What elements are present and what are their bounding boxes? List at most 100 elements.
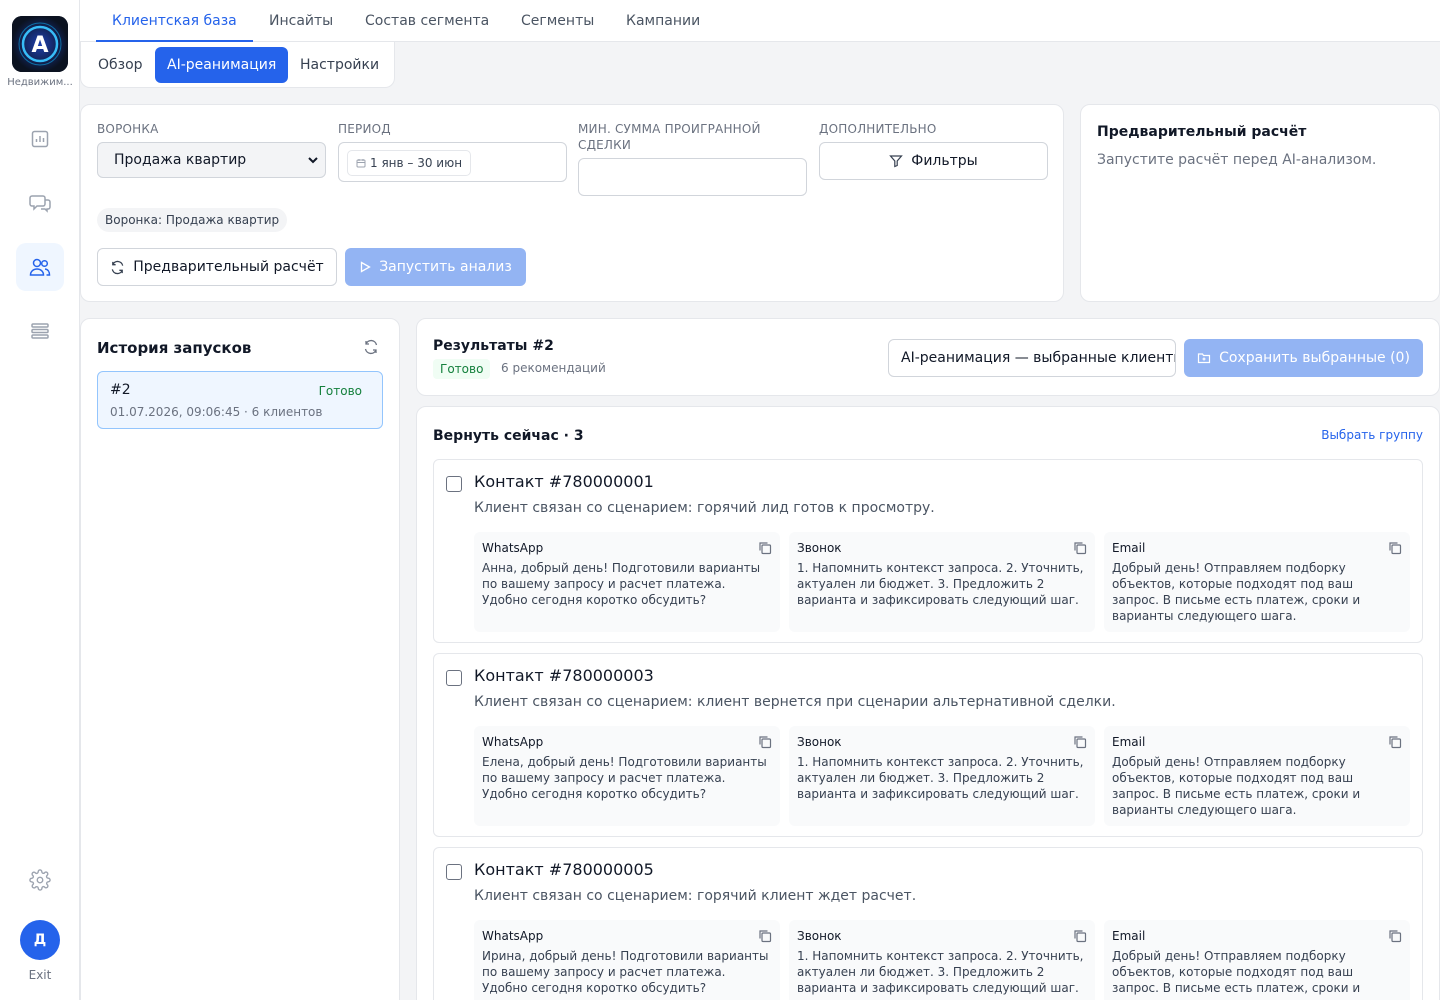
copy-icon[interactable] bbox=[1073, 734, 1087, 753]
channel-whatsapp: WhatsApp Ирина, добрый день! Подготовили… bbox=[474, 920, 780, 1000]
group-card: Вернуть сейчас · 3 Выбрать группу Контак… bbox=[416, 406, 1440, 1000]
run-analysis-button[interactable]: Запустить анализ bbox=[345, 248, 526, 286]
folder-plus-icon bbox=[1197, 353, 1211, 364]
channel-name: WhatsApp bbox=[482, 541, 544, 555]
funnel-chip: Воронка: Продажа квартир bbox=[97, 208, 288, 232]
logo-caption: Недвижим... bbox=[7, 77, 73, 88]
tab-insights[interactable]: Инсайты bbox=[253, 0, 349, 42]
copy-icon[interactable] bbox=[1388, 540, 1402, 559]
filters-button[interactable]: Фильтры bbox=[819, 142, 1048, 180]
chevron-down-icon bbox=[307, 143, 319, 190]
subtab-ai-reanimation[interactable]: AI-реанимация bbox=[155, 47, 289, 83]
history-title: История запусков bbox=[97, 339, 252, 357]
play-icon bbox=[361, 261, 372, 273]
channel-name: Звонок bbox=[797, 929, 842, 943]
top-navigation: Клиентская база Инсайты Состав сегмента … bbox=[80, 0, 1440, 42]
channel-call: Звонок 1. Напомнить контекст запроса. 2.… bbox=[789, 532, 1095, 632]
results-header-card: Результаты #2 Готово 6 рекомендаций AI-р… bbox=[416, 318, 1440, 396]
funnel-select-value: Продажа квартир bbox=[114, 152, 247, 168]
period-chip[interactable]: 1 янв – 30 июн bbox=[347, 150, 472, 176]
copy-icon[interactable] bbox=[1388, 928, 1402, 947]
channel-call: Звонок 1. Напомнить контекст запроса. 2.… bbox=[789, 726, 1095, 826]
channel-text: Добрый день! Отправляем подборку объекто… bbox=[1112, 949, 1361, 1000]
tab-client-base[interactable]: Клиентская база bbox=[96, 0, 253, 42]
channel-call: Звонок 1. Напомнить контекст запроса. 2.… bbox=[789, 920, 1095, 1000]
nav-list[interactable] bbox=[16, 307, 64, 355]
channel-text: Ирина, добрый день! Подготовили варианты… bbox=[482, 949, 769, 995]
nav-analytics[interactable] bbox=[16, 115, 64, 163]
contact-card: Контакт #780000001 Клиент связан со сцен… bbox=[433, 459, 1423, 643]
period-label: ПЕРИОД bbox=[338, 122, 391, 136]
precalc-button-label: Предварительный расчёт bbox=[133, 259, 324, 275]
contact-title: Контакт #780000005 bbox=[474, 860, 654, 879]
gear-icon bbox=[29, 869, 51, 891]
funnel-select[interactable]: Продажа квартир bbox=[97, 142, 326, 178]
save-selected-label: Сохранить выбранные (0) bbox=[1219, 350, 1410, 366]
precalc-text: Запустите расчёт перед AI-анализом. bbox=[1097, 152, 1377, 168]
channel-name: Email bbox=[1112, 541, 1146, 555]
subtab-overview[interactable]: Обзор bbox=[86, 47, 155, 83]
subtab-settings[interactable]: Настройки bbox=[288, 47, 391, 83]
copy-icon[interactable] bbox=[758, 734, 772, 753]
min-sum-label-line1: МИН. СУММА ПРОИГРАННОЙ bbox=[578, 122, 761, 136]
users-icon bbox=[29, 258, 51, 276]
group-title: Вернуть сейчас · 3 bbox=[433, 428, 584, 444]
refresh-icon bbox=[111, 260, 124, 274]
channel-whatsapp: WhatsApp Анна, добрый день! Подготовили … bbox=[474, 532, 780, 632]
segment-name-input[interactable]: AI-реанимация — выбранные клиенты bbox=[888, 339, 1176, 377]
nav-clients[interactable] bbox=[16, 243, 64, 291]
history-refresh-button[interactable] bbox=[363, 339, 379, 359]
user-avatar[interactable]: Д bbox=[20, 920, 60, 960]
contact-checkbox[interactable] bbox=[446, 864, 462, 880]
list-icon bbox=[31, 323, 49, 339]
contact-title: Контакт #780000001 bbox=[474, 472, 654, 491]
nav-chats[interactable] bbox=[16, 179, 64, 227]
select-group-link[interactable]: Выбрать группу bbox=[1321, 428, 1423, 442]
min-sum-label-line2: СДЕЛКИ bbox=[578, 138, 632, 152]
channel-name: Email bbox=[1112, 929, 1146, 943]
nav-settings[interactable] bbox=[16, 856, 64, 904]
min-sum-input[interactable] bbox=[578, 158, 807, 196]
contact-description: Клиент связан со сценарием: горячий клие… bbox=[474, 888, 917, 904]
run-analysis-label: Запустить анализ bbox=[379, 259, 512, 275]
tab-segments[interactable]: Сегменты bbox=[505, 0, 610, 42]
calendar-icon bbox=[356, 159, 366, 168]
copy-icon[interactable] bbox=[1073, 540, 1087, 559]
channel-name: Email bbox=[1112, 735, 1146, 749]
results-title: Результаты #2 bbox=[433, 338, 554, 354]
contact-checkbox[interactable] bbox=[446, 670, 462, 686]
channel-whatsapp: WhatsApp Елена, добрый день! Подготовили… bbox=[474, 726, 780, 826]
channel-name: WhatsApp bbox=[482, 929, 544, 943]
channel-name: Звонок bbox=[797, 735, 842, 749]
period-field[interactable]: 1 янв – 30 июн bbox=[338, 142, 567, 182]
copy-icon[interactable] bbox=[758, 540, 772, 559]
filters-button-label: Фильтры bbox=[911, 153, 978, 169]
copy-icon[interactable] bbox=[1073, 928, 1087, 947]
history-item[interactable]: #2 Готово 01.07.2026, 09:06:45 · 6 клиен… bbox=[97, 371, 383, 429]
svg-text:A: A bbox=[31, 33, 48, 58]
funnel-label: ВОРОНКА bbox=[97, 122, 159, 136]
precalc-button[interactable]: Предварительный расчёт bbox=[97, 248, 337, 286]
channel-text: Добрый день! Отправляем подборку объекто… bbox=[1112, 561, 1361, 623]
channel-text: 1. Напомнить контекст запроса. 2. Уточни… bbox=[797, 949, 1084, 995]
refresh-icon bbox=[364, 339, 378, 355]
contact-checkbox[interactable] bbox=[446, 476, 462, 492]
contact-description: Клиент связан со сценарием: клиент верне… bbox=[474, 694, 1116, 710]
copy-icon[interactable] bbox=[758, 928, 772, 947]
history-item-id: #2 bbox=[110, 382, 131, 398]
channel-name: Звонок bbox=[797, 541, 842, 555]
exit-link[interactable]: Exit bbox=[0, 968, 80, 982]
filter-icon bbox=[889, 155, 904, 168]
history-card: История запусков #2 Готово 01.07.2026, 0… bbox=[80, 318, 400, 1000]
contact-description: Клиент связан со сценарием: горячий лид … bbox=[474, 500, 935, 516]
logo-icon: A bbox=[12, 16, 68, 72]
channel-text: Добрый день! Отправляем подборку объекто… bbox=[1112, 755, 1361, 817]
period-value: 1 янв – 30 июн bbox=[370, 156, 463, 170]
save-selected-button[interactable]: Сохранить выбранные (0) bbox=[1184, 339, 1423, 377]
copy-icon[interactable] bbox=[1388, 734, 1402, 753]
results-status-badge: Готово bbox=[433, 359, 491, 379]
results-count: 6 рекомендаций bbox=[501, 361, 606, 375]
tab-segment-composition[interactable]: Состав сегмента bbox=[349, 0, 505, 42]
app-logo[interactable]: A bbox=[12, 16, 68, 72]
tab-campaigns[interactable]: Кампании bbox=[610, 0, 716, 42]
